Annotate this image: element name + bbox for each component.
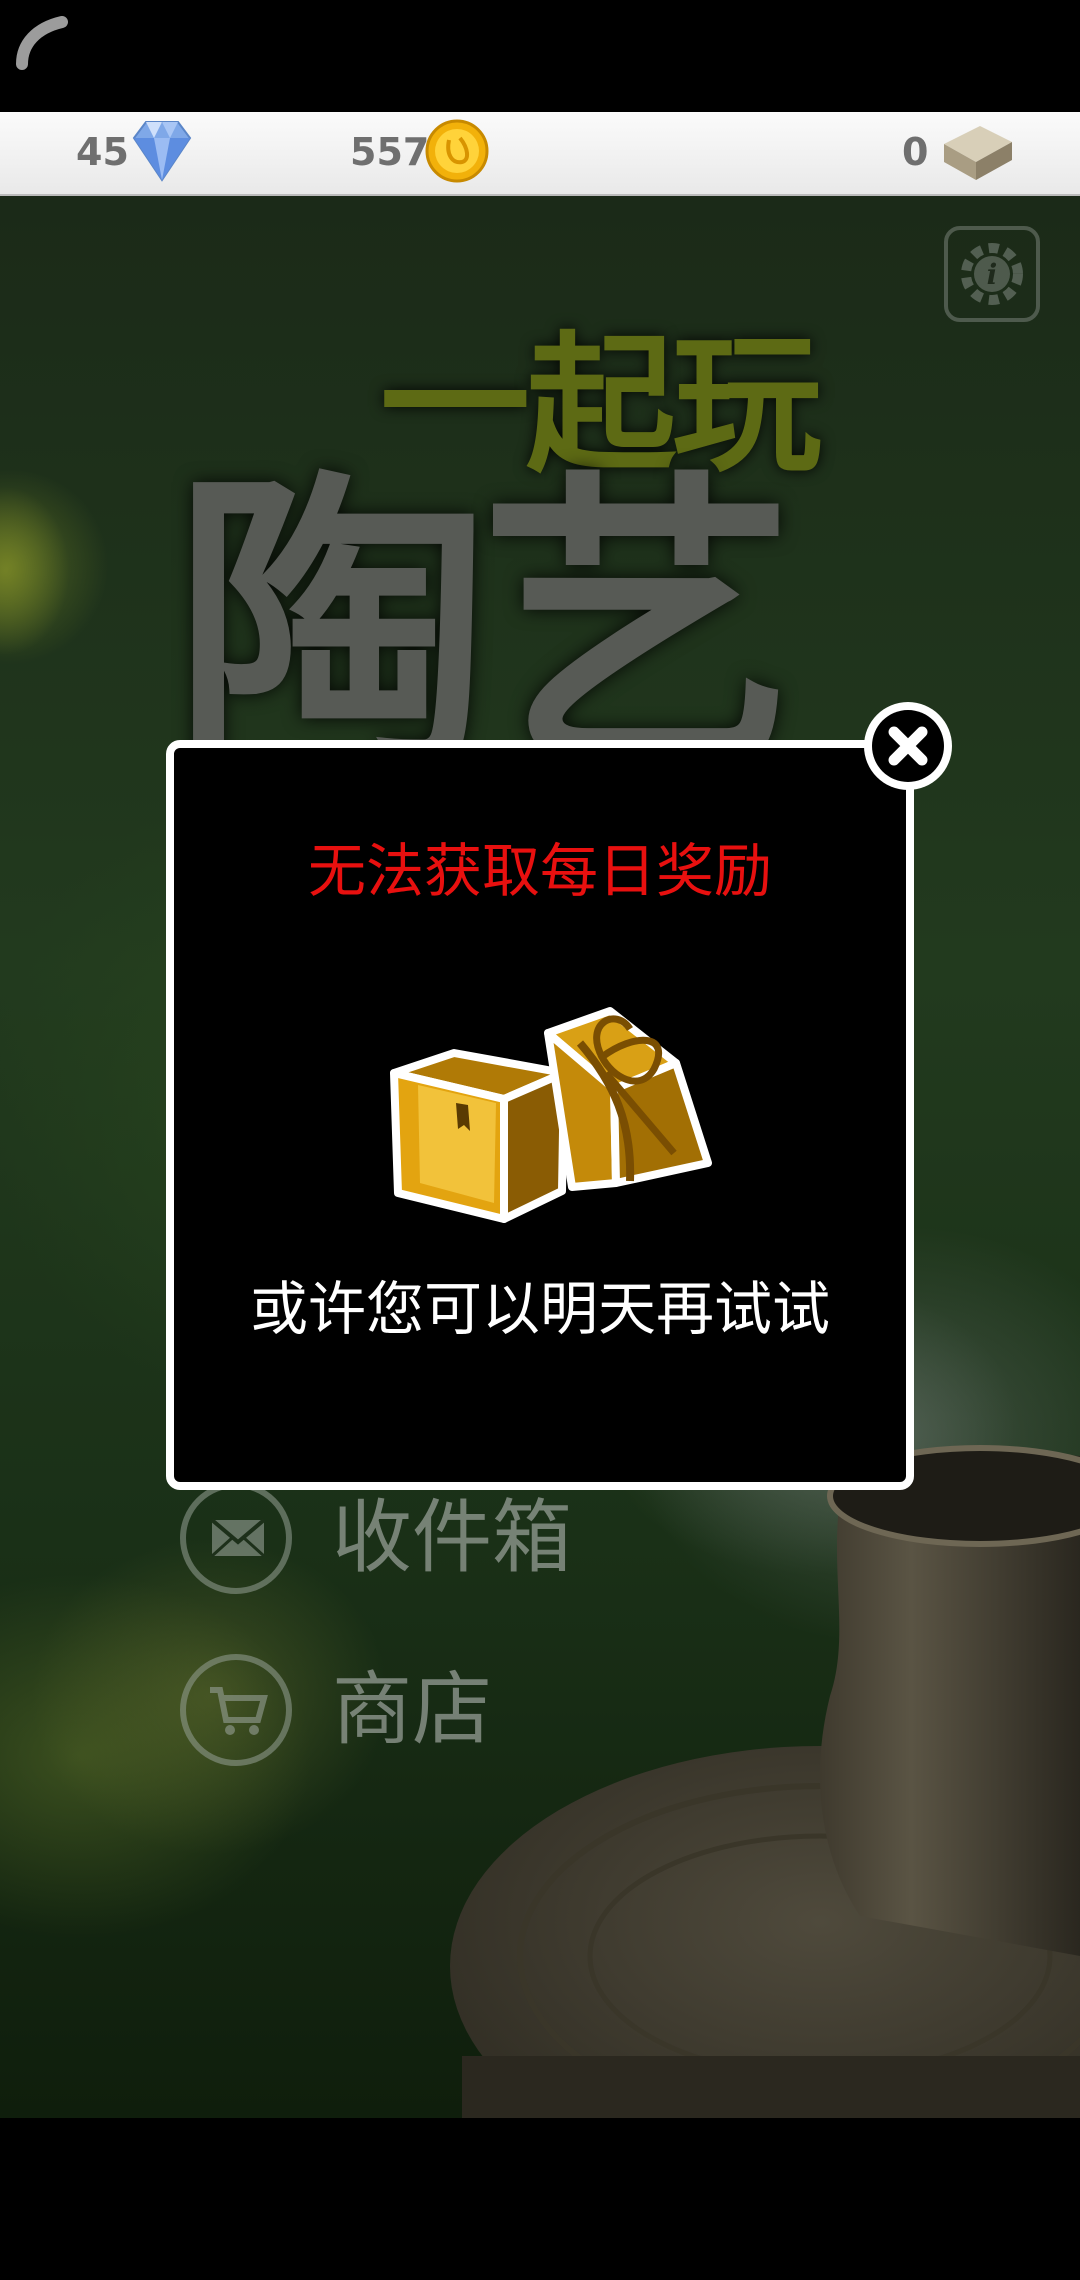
loading-spinner-icon [16,16,68,70]
dialog-title: 无法获取每日奖励 [307,837,772,905]
status-bar [0,0,1080,112]
coin-icon[interactable] [424,118,490,184]
game-screen: 45 557 0 i 一起玩 陶艺 收件箱 商店 无法获取每日奖励 或许您可以明… [0,0,1080,2280]
diamond-icon[interactable] [128,118,196,184]
diamond-count: 45 [76,130,129,174]
currency-bar: 45 557 0 [0,112,1080,196]
coin-count: 557 [350,130,430,174]
daily-reward-dialog: 无法获取每日奖励 或许您可以明天再试试 [166,740,914,1490]
open-gift-box-icon [390,1007,712,1223]
close-dialog-button[interactable] [864,702,952,790]
close-icon [872,710,944,782]
clay-count: 0 [902,130,929,174]
dialog-message: 或许您可以明天再试试 [249,1275,830,1343]
clay-block-icon[interactable] [940,118,1016,184]
bottom-black-bar [0,2118,1080,2280]
